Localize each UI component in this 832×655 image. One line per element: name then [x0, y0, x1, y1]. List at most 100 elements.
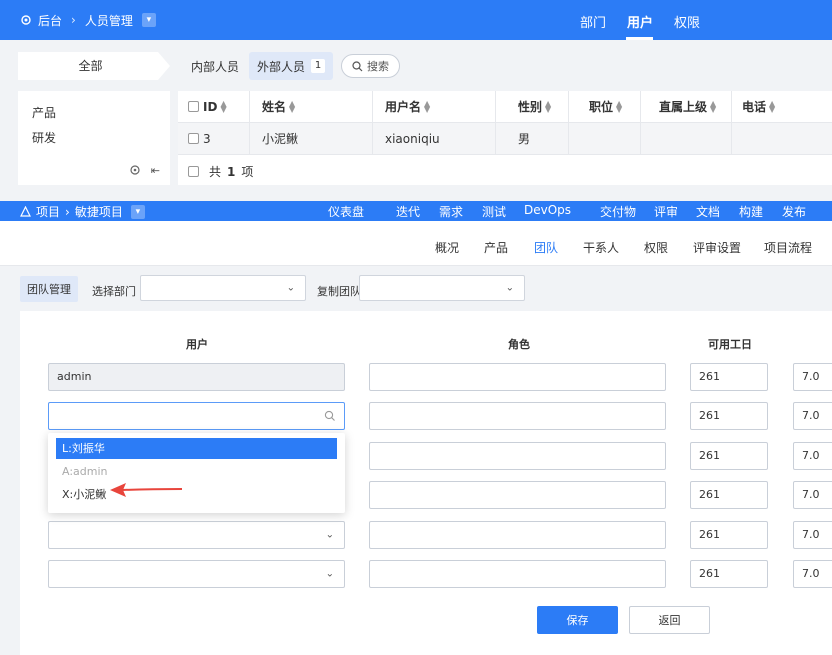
role-input[interactable]	[369, 521, 666, 549]
tab-review-settings[interactable]: 评审设置	[693, 239, 741, 256]
chevron-down-icon: ⌄	[325, 529, 334, 541]
col-gender[interactable]: 性别 ▲ ▼	[496, 91, 569, 122]
dept-item-product[interactable]: 产品	[32, 104, 56, 121]
active-nav-indicator	[626, 37, 653, 40]
search-button[interactable]: 搜索	[341, 54, 401, 78]
user-select[interactable]: ⌄	[48, 560, 345, 588]
tab-internal[interactable]: 内部人员	[191, 58, 239, 75]
breadcrumb: 后台 › 人员管理 ▾	[20, 0, 156, 40]
col-header-days: 可用工日	[708, 338, 752, 351]
col-username[interactable]: 用户名 ▲ ▼	[373, 91, 496, 122]
option-xiaoniqiu[interactable]: X:小泥鳅	[56, 484, 337, 505]
dept-item-rd[interactable]: 研发	[32, 129, 56, 146]
chevron-down-icon: ⌄	[325, 568, 334, 580]
cell-username: xiaoniqiu	[373, 123, 496, 154]
back-button[interactable]: 返回	[629, 606, 710, 634]
nav-permissions[interactable]: 权限	[674, 12, 700, 31]
chevron-right-icon: ›	[65, 204, 70, 219]
table-row[interactable]: 3 小泥鳅 xiaoniqiu 男	[178, 123, 832, 155]
nav-review[interactable]: 评审	[654, 203, 678, 220]
nav-docs[interactable]: 文档	[696, 203, 720, 220]
nav-department[interactable]: 部门	[580, 12, 606, 31]
crumb-page: 人员管理	[84, 13, 133, 28]
user-search-input[interactable]	[48, 402, 345, 430]
table-header: ID ▲ ▼ 姓名 ▲ ▼ 用户名 ▲ ▼ 性别 ▲ ▼ 职位 ▲ ▼ 直属上级 ▲ ▼ 电话 ▲ ▼	[178, 91, 832, 123]
team-management-button[interactable]: 团队管理	[20, 276, 78, 302]
save-button[interactable]: 保存	[537, 606, 618, 634]
nav-dashboard[interactable]: 仪表盘	[328, 203, 364, 220]
option-liuzhenhua[interactable]: L:刘振华	[56, 438, 337, 459]
nav-requirements[interactable]: 需求	[439, 203, 463, 220]
select-all-checkbox[interactable]	[188, 101, 199, 112]
sort-icon: ▲ ▼	[220, 98, 227, 114]
role-input[interactable]	[369, 481, 666, 509]
cell-position	[569, 123, 641, 154]
col-name[interactable]: 姓名 ▲ ▼	[250, 91, 373, 122]
user-select[interactable]: ⌄	[48, 521, 345, 549]
dept-select[interactable]: ⌄	[140, 275, 306, 301]
copy-team-select[interactable]: ⌄	[359, 275, 525, 301]
collapse-icon[interactable]: ⇤	[151, 164, 160, 177]
hours-input[interactable]: 7.0	[793, 560, 832, 588]
users-table: ID ▲ ▼ 姓名 ▲ ▼ 用户名 ▲ ▼ 性别 ▲ ▼ 职位 ▲ ▼ 直属上级 ▲ ▼ 电话 ▲ ▼ 3 …	[178, 91, 832, 185]
project-header: 项目 › 敏捷项目 ▾ 仪表盘 迭代 需求 测试 DevOps 交付物 评审 文…	[0, 201, 832, 221]
hours-input[interactable]: 7.0	[793, 442, 832, 470]
days-input[interactable]: 261	[690, 402, 768, 430]
external-count-badge: 1	[311, 59, 326, 73]
sort-icon: ▲ ▼	[616, 98, 623, 114]
tab-external[interactable]: 外部人员 1	[249, 52, 334, 80]
col-phone[interactable]: 电话 ▲ ▼	[732, 91, 832, 122]
sort-icon: ▲ ▼	[289, 98, 296, 114]
gear-icon[interactable]	[129, 164, 141, 176]
crumb-project-root[interactable]: 项目	[36, 203, 60, 220]
chevron-down-icon: ⌄	[286, 282, 295, 294]
nav-users[interactable]: 用户	[627, 12, 653, 31]
sub-nav: 概况 产品 团队 干系人 权限 评审设置 项目流程	[0, 221, 832, 266]
tab-permissions[interactable]: 权限	[644, 239, 668, 256]
tab-overview[interactable]: 概况	[435, 239, 459, 256]
nav-release[interactable]: 发布	[782, 203, 806, 220]
col-id[interactable]: ID ▲ ▼	[178, 91, 250, 122]
project-icon	[20, 206, 31, 217]
col-manager[interactable]: 直属上级 ▲ ▼	[641, 91, 732, 122]
days-input[interactable]: 261	[690, 363, 768, 391]
gear-icon	[21, 15, 31, 25]
role-input[interactable]	[369, 363, 666, 391]
total-count: 1	[227, 164, 236, 179]
chevron-down-icon[interactable]: ▾	[130, 204, 145, 219]
dept-tools: ⇤	[129, 164, 160, 177]
copy-team-label: 复制团队	[317, 285, 361, 298]
option-admin: A:admin	[62, 465, 108, 478]
cell-id: 3	[178, 123, 250, 154]
role-input[interactable]	[369, 442, 666, 470]
nav-deliverables[interactable]: 交付物	[600, 203, 636, 220]
col-header-role: 角色	[508, 338, 530, 351]
crumb-project: 敏捷项目	[74, 205, 123, 219]
nav-devops[interactable]: DevOps	[524, 203, 571, 217]
role-input[interactable]	[369, 560, 666, 588]
tab-stakeholders[interactable]: 干系人	[583, 239, 619, 256]
search-label: 搜索	[367, 60, 390, 73]
days-input[interactable]: 261	[690, 481, 768, 509]
hours-input[interactable]: 7.0	[793, 402, 832, 430]
row-checkbox[interactable]	[188, 133, 199, 144]
hours-input[interactable]: 7.0	[793, 521, 832, 549]
tab-team[interactable]: 团队	[534, 239, 558, 256]
footer-checkbox[interactable]	[188, 166, 199, 177]
tab-product[interactable]: 产品	[484, 239, 508, 256]
chevron-down-icon[interactable]: ▾	[141, 13, 156, 27]
filter-bar: 团队管理	[20, 276, 78, 302]
role-input[interactable]	[369, 402, 666, 430]
days-input[interactable]: 261	[690, 521, 768, 549]
days-input[interactable]: 261	[690, 560, 768, 588]
days-input[interactable]: 261	[690, 442, 768, 470]
hours-input[interactable]: 7.0	[793, 363, 832, 391]
col-position[interactable]: 职位 ▲ ▼	[569, 91, 641, 122]
nav-iteration[interactable]: 迭代	[396, 203, 420, 220]
hours-input[interactable]: 7.0	[793, 481, 832, 509]
nav-build[interactable]: 构建	[739, 203, 763, 220]
tab-project-flow[interactable]: 项目流程	[764, 239, 812, 256]
tab-all[interactable]: 全部	[18, 52, 170, 80]
nav-testing[interactable]: 测试	[482, 203, 506, 220]
crumb-root[interactable]: 后台	[38, 12, 62, 29]
